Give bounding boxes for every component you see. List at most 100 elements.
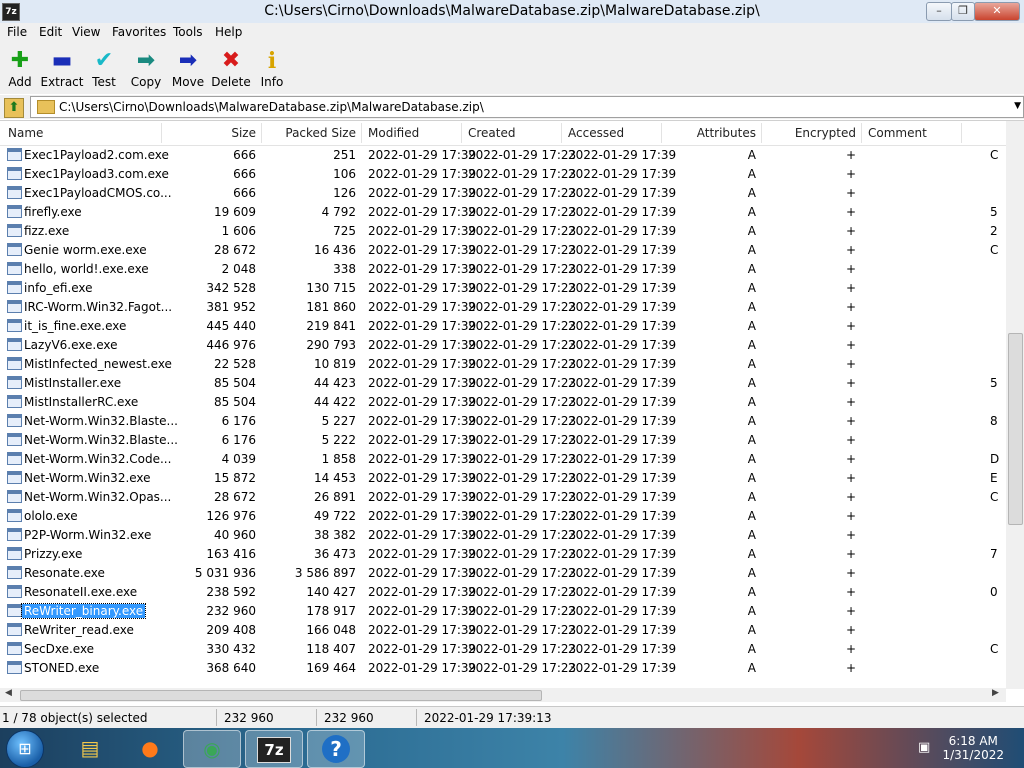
cell-packed-size: 44 423 xyxy=(314,376,356,390)
table-row[interactable]: ololo.exe 126 976 49 722 2022-01-29 17:39 20… xyxy=(0,506,1006,525)
copy-button[interactable]: ➡ Copy xyxy=(122,47,170,89)
table-row[interactable]: MistInstaller.exe 85 504 44 423 2022-01-29 … xyxy=(0,373,1006,392)
dropdown-arrow-icon[interactable]: ▼ xyxy=(1014,101,1021,111)
info-label: Info xyxy=(260,75,284,89)
table-row[interactable]: ReWriter_binary.exe 232 960 178 917 2022-01… xyxy=(0,601,1006,620)
taskbar-chrome[interactable]: ◉ xyxy=(183,730,241,768)
cell-modified: 2022-01-29 17:39 xyxy=(368,395,477,409)
table-row[interactable]: Net-Worm.Win32.Blaste... 6 176 5 227 2022-0… xyxy=(0,411,1006,430)
cell-encrypted: + xyxy=(845,243,856,257)
file-list[interactable]: Name Size Packed Size Modified Created A… xyxy=(0,120,1024,689)
cell-attributes: A xyxy=(747,414,756,428)
table-row[interactable]: Net-Worm.Win32.exe 15 872 14 453 2022-01-29… xyxy=(0,468,1006,487)
col-encrypted[interactable]: Encrypted xyxy=(770,126,856,140)
menu-view[interactable]: View xyxy=(72,25,100,39)
cell-encrypted: + xyxy=(845,262,856,276)
col-modified[interactable]: Modified xyxy=(368,126,419,140)
menu-edit[interactable]: Edit xyxy=(39,25,62,39)
col-packed-size[interactable]: Packed Size xyxy=(270,126,356,140)
table-row[interactable]: P2P-Worm.Win32.exe 40 960 38 382 2022-01-29… xyxy=(0,525,1006,544)
status-bar: 1 / 78 object(s) selected 232 960 232 96… xyxy=(0,706,1024,729)
taskbar-explorer[interactable]: ▤ xyxy=(62,730,118,766)
cell-attributes: A xyxy=(747,281,756,295)
col-size[interactable]: Size xyxy=(200,126,256,140)
cell-size: 163 416 xyxy=(206,547,256,561)
menu-tools[interactable]: Tools xyxy=(173,25,203,39)
system-tray: ▣ 6:18 AM 1/31/2022 xyxy=(910,730,1024,766)
col-attributes[interactable]: Attributes xyxy=(670,126,756,140)
close-button[interactable]: ✕ xyxy=(974,2,1020,21)
path-field[interactable]: C:\Users\Cirno\Downloads\MalwareDatabase… xyxy=(30,96,1024,118)
horizontal-scroll-thumb[interactable] xyxy=(20,690,542,701)
col-accessed[interactable]: Accessed xyxy=(568,126,624,140)
scroll-right-icon[interactable]: ▶ xyxy=(992,688,999,698)
cell-name: Exec1Payload3.com.exe xyxy=(24,167,169,181)
table-row[interactable]: hello, world!.exe.exe 2 048 338 2022-01-29 … xyxy=(0,259,1006,278)
table-row[interactable]: MistInfected_newest.exe 22 528 10 819 2022-… xyxy=(0,354,1006,373)
exe-file-icon xyxy=(7,509,22,522)
table-row[interactable]: firefly.exe 19 609 4 792 2022-01-29 17:39 20… xyxy=(0,202,1006,221)
cell-created: 2022-01-29 17:23 xyxy=(468,623,577,637)
cell-encrypted: + xyxy=(845,490,856,504)
cell-packed-size: 118 407 xyxy=(306,642,356,656)
network-icon[interactable]: ▣ xyxy=(918,740,930,755)
cell-created: 2022-01-29 17:23 xyxy=(468,186,577,200)
col-comment[interactable]: Comment xyxy=(868,126,927,140)
vertical-scrollbar[interactable] xyxy=(1006,121,1024,689)
menu-file[interactable]: File xyxy=(7,25,27,39)
scroll-left-icon[interactable]: ◀ xyxy=(5,688,12,698)
taskbar-help[interactable]: ? xyxy=(307,730,365,768)
cell-modified: 2022-01-29 17:39 xyxy=(368,604,477,618)
table-row[interactable]: MistInstallerRC.exe 85 504 44 422 2022-01-2… xyxy=(0,392,1006,411)
menu-favorites[interactable]: Favorites xyxy=(112,25,166,39)
col-name[interactable]: Name xyxy=(8,126,43,140)
table-row[interactable]: Exec1Payload3.com.exe 666 106 2022-01-29 17… xyxy=(0,164,1006,183)
table-row[interactable]: Exec1PayloadCMOS.co... 666 126 2022-01-29 1… xyxy=(0,183,1006,202)
maximize-button[interactable]: ❐ xyxy=(951,2,975,21)
table-row[interactable]: it_is_fine.exe.exe 445 440 219 841 2022-01-… xyxy=(0,316,1006,335)
cell-accessed: 2022-01-29 17:39 xyxy=(568,205,677,219)
start-button[interactable]: ⊞ xyxy=(6,730,44,768)
cell-size: 381 952 xyxy=(206,300,256,314)
cell-packed-size: 338 xyxy=(333,262,356,276)
taskbar-firefox[interactable]: ● xyxy=(122,730,178,766)
vertical-scroll-thumb[interactable] xyxy=(1008,333,1023,525)
taskbar-7zip[interactable]: 7z xyxy=(245,730,303,768)
cell-accessed: 2022-01-29 17:39 xyxy=(568,528,677,542)
exe-file-icon xyxy=(7,414,22,427)
exe-file-icon xyxy=(7,452,22,465)
table-row[interactable]: Net-Worm.Win32.Blaste... 6 176 5 222 2022-0… xyxy=(0,430,1006,449)
cell-modified: 2022-01-29 17:39 xyxy=(368,623,477,637)
table-row[interactable]: Net-Worm.Win32.Opas... 28 672 26 891 2022-0… xyxy=(0,487,1006,506)
table-row[interactable]: LazyV6.exe.exe 446 976 290 793 2022-01-29 1… xyxy=(0,335,1006,354)
extract-button[interactable]: ▬ Extract xyxy=(38,47,86,89)
table-row[interactable]: Genie worm.exe.exe 28 672 16 436 2022-01-29… xyxy=(0,240,1006,259)
minimize-button[interactable]: – xyxy=(926,2,952,21)
table-row[interactable]: IRC-Worm.Win32.Fagot... 381 952 181 860 202… xyxy=(0,297,1006,316)
menu-help[interactable]: Help xyxy=(215,25,242,39)
table-row[interactable]: Prizzy.exe 163 416 36 473 2022-01-29 17:39 2… xyxy=(0,544,1006,563)
info-button[interactable]: i Info xyxy=(248,47,296,89)
cell-accessed: 2022-01-29 17:39 xyxy=(568,357,677,371)
horizontal-scrollbar[interactable]: ◀ ▶ xyxy=(0,688,1006,702)
cell-accessed: 2022-01-29 17:39 xyxy=(568,243,677,257)
table-row[interactable]: SecDxe.exe 330 432 118 407 2022-01-29 17:39… xyxy=(0,639,1006,658)
col-created[interactable]: Created xyxy=(468,126,516,140)
table-row[interactable]: Resonate.exe 5 031 936 3 586 897 2022-01-29… xyxy=(0,563,1006,582)
test-button[interactable]: ✔ Test xyxy=(80,47,128,89)
cell-encrypted: + xyxy=(845,205,856,219)
table-row[interactable]: Exec1Payload2.com.exe 666 251 2022-01-29 17… xyxy=(0,145,1006,164)
table-row[interactable]: ResonateII.exe.exe 238 592 140 427 2022-01-… xyxy=(0,582,1006,601)
table-row[interactable]: Net-Worm.Win32.Code... 4 039 1 858 2022-01-… xyxy=(0,449,1006,468)
table-row[interactable]: STONED.exe 368 640 169 464 2022-01-29 17:39… xyxy=(0,658,1006,677)
cell-modified: 2022-01-29 17:39 xyxy=(368,281,477,295)
move-button[interactable]: ➡ Move xyxy=(164,47,212,89)
table-row[interactable]: fizz.exe 1 606 725 2022-01-29 17:39 2022-01-… xyxy=(0,221,1006,240)
up-folder-button[interactable]: ⬆ xyxy=(4,98,24,118)
cell-size: 85 504 xyxy=(214,395,256,409)
table-row[interactable]: info_efi.exe 342 528 130 715 2022-01-29 17:… xyxy=(0,278,1006,297)
table-row[interactable]: ReWriter_read.exe 209 408 166 048 2022-01-2… xyxy=(0,620,1006,639)
cell-packed-size: 36 473 xyxy=(314,547,356,561)
cell-name: Net-Worm.Win32.Code... xyxy=(24,452,172,466)
clock[interactable]: 6:18 AM 1/31/2022 xyxy=(942,734,1004,762)
